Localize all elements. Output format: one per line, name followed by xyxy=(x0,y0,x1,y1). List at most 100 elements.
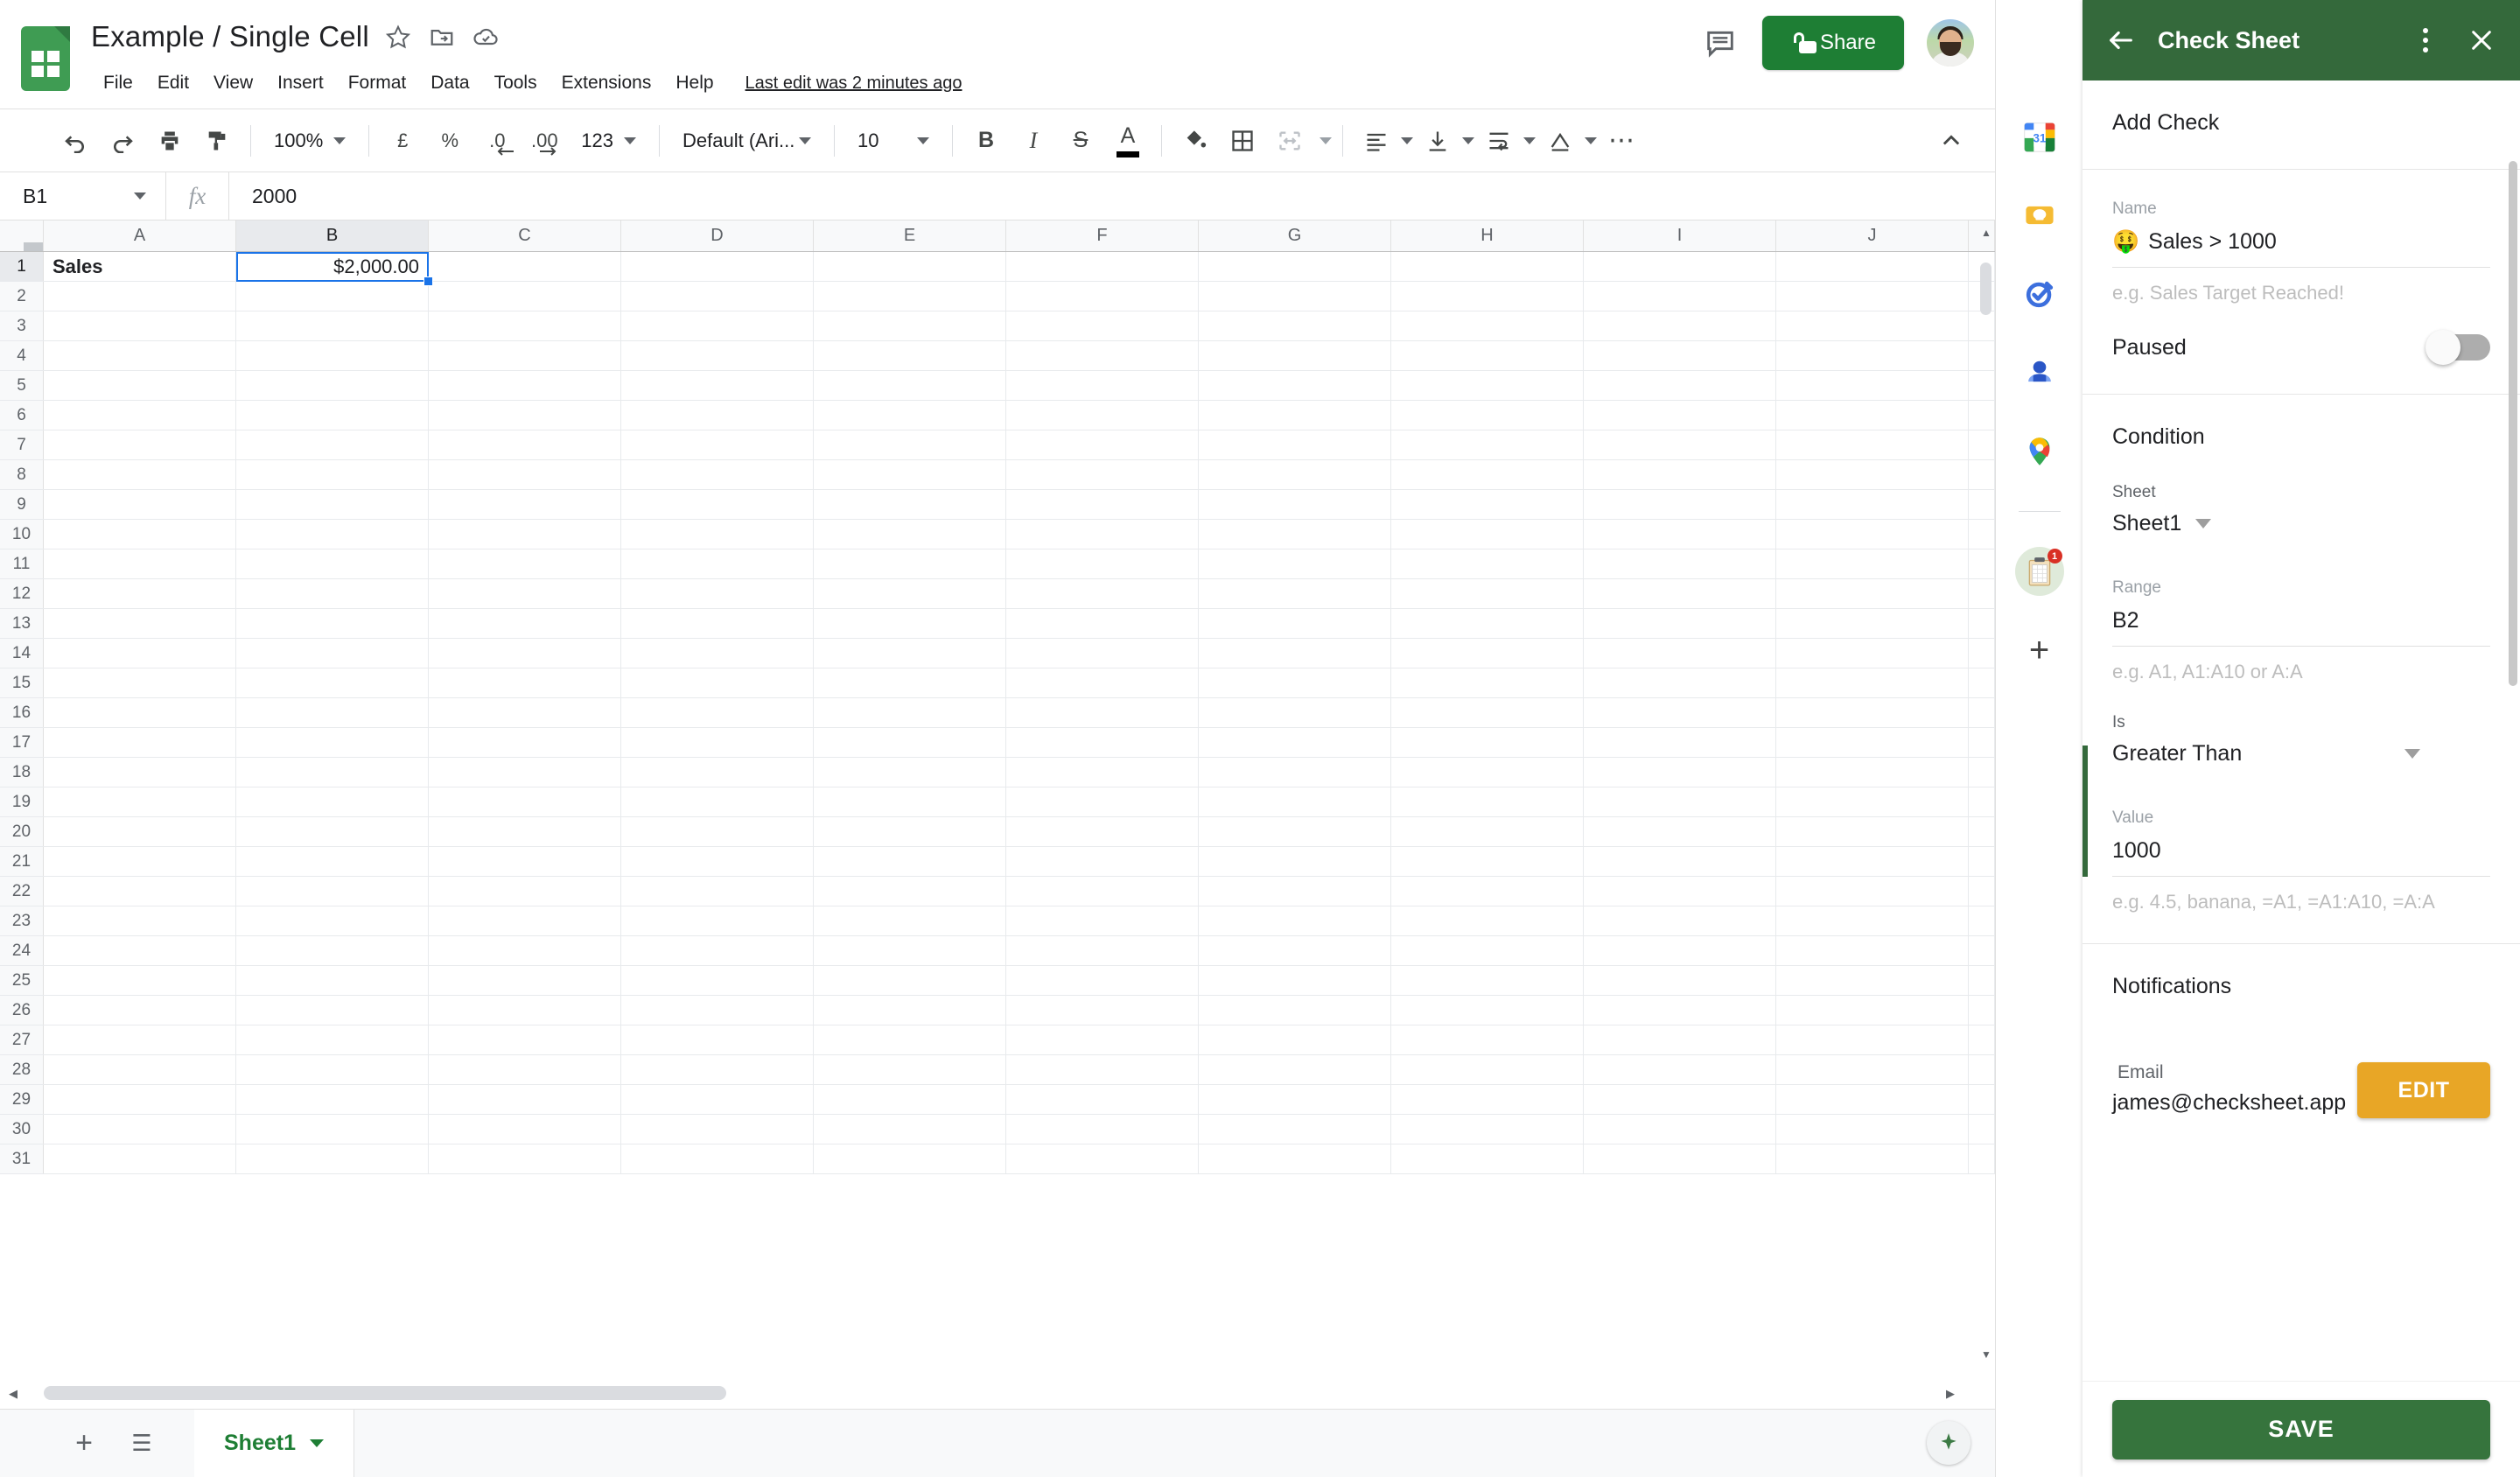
cell-g17[interactable] xyxy=(1199,728,1391,757)
cell-c2[interactable] xyxy=(429,282,621,311)
row-header-25[interactable]: 25 xyxy=(0,966,44,995)
google-keep-icon[interactable] xyxy=(2015,191,2064,240)
cell-g5[interactable] xyxy=(1199,371,1391,400)
cell-a31[interactable] xyxy=(44,1144,236,1173)
cell-i19[interactable] xyxy=(1584,788,1776,816)
cell-g24[interactable] xyxy=(1199,936,1391,965)
cell-d14[interactable] xyxy=(621,639,814,668)
row-header-23[interactable]: 23 xyxy=(0,906,44,935)
cell-b7[interactable] xyxy=(236,430,429,459)
bold-button[interactable]: B xyxy=(963,118,1009,164)
cell-d12[interactable] xyxy=(621,579,814,608)
document-title[interactable]: Example / Single Cell xyxy=(91,20,369,53)
cell-f1[interactable] xyxy=(1006,252,1199,281)
cell-c7[interactable] xyxy=(429,430,621,459)
fill-color-icon[interactable] xyxy=(1172,118,1218,164)
cell-i27[interactable] xyxy=(1584,1026,1776,1054)
cell-i18[interactable] xyxy=(1584,758,1776,787)
italic-button[interactable]: I xyxy=(1011,118,1056,164)
row-header-13[interactable]: 13 xyxy=(0,609,44,638)
cell-i14[interactable] xyxy=(1584,639,1776,668)
cell-b17[interactable] xyxy=(236,728,429,757)
cell-a11[interactable] xyxy=(44,550,236,578)
cell-c16[interactable] xyxy=(429,698,621,727)
cell-g14[interactable] xyxy=(1199,639,1391,668)
cell-f7[interactable] xyxy=(1006,430,1199,459)
cell-j12[interactable] xyxy=(1776,579,1969,608)
horizontal-scroll-thumb[interactable] xyxy=(44,1386,726,1400)
cell-g10[interactable] xyxy=(1199,520,1391,549)
cell-d31[interactable] xyxy=(621,1144,814,1173)
cell-i20[interactable] xyxy=(1584,817,1776,846)
cell-i23[interactable] xyxy=(1584,906,1776,935)
column-header-d[interactable]: D xyxy=(621,220,814,251)
cell-f11[interactable] xyxy=(1006,550,1199,578)
cell-j13[interactable] xyxy=(1776,609,1969,638)
cell-h9[interactable] xyxy=(1391,490,1584,519)
cell-c3[interactable] xyxy=(429,312,621,340)
cell-f9[interactable] xyxy=(1006,490,1199,519)
cell-c5[interactable] xyxy=(429,371,621,400)
add-sheet-button[interactable]: + xyxy=(60,1419,108,1468)
cell-j8[interactable] xyxy=(1776,460,1969,489)
vertical-align-icon[interactable] xyxy=(1415,118,1460,164)
cell-c29[interactable] xyxy=(429,1085,621,1114)
cell-h16[interactable] xyxy=(1391,698,1584,727)
cell-b23[interactable] xyxy=(236,906,429,935)
fill-handle[interactable] xyxy=(424,276,433,286)
cell-f20[interactable] xyxy=(1006,817,1199,846)
row-header-26[interactable]: 26 xyxy=(0,996,44,1025)
cell-b13[interactable] xyxy=(236,609,429,638)
cell-g12[interactable] xyxy=(1199,579,1391,608)
chevron-down-icon[interactable] xyxy=(1523,136,1536,144)
cell-g19[interactable] xyxy=(1199,788,1391,816)
cell-g1[interactable] xyxy=(1199,252,1391,281)
cell-j14[interactable] xyxy=(1776,639,1969,668)
row-header-16[interactable]: 16 xyxy=(0,698,44,727)
cell-d27[interactable] xyxy=(621,1026,814,1054)
cell-g16[interactable] xyxy=(1199,698,1391,727)
sheet-select[interactable]: Sheet1 xyxy=(2112,502,2490,536)
cell-a15[interactable] xyxy=(44,668,236,697)
formula-input[interactable]: 2000 xyxy=(229,185,297,208)
row-header-19[interactable]: 19 xyxy=(0,788,44,816)
cell-j27[interactable] xyxy=(1776,1026,1969,1054)
cell-b20[interactable] xyxy=(236,817,429,846)
cell-b16[interactable] xyxy=(236,698,429,727)
cell-f27[interactable] xyxy=(1006,1026,1199,1054)
comment-history-icon[interactable] xyxy=(1701,24,1740,62)
cell-i16[interactable] xyxy=(1584,698,1776,727)
row-header-14[interactable]: 14 xyxy=(0,639,44,668)
cell-e2[interactable] xyxy=(814,282,1006,311)
cell-a25[interactable] xyxy=(44,966,236,995)
cell-f23[interactable] xyxy=(1006,906,1199,935)
cell-i4[interactable] xyxy=(1584,341,1776,370)
cell-b19[interactable] xyxy=(236,788,429,816)
column-header-j[interactable]: J xyxy=(1776,220,1969,251)
cell-c24[interactable] xyxy=(429,936,621,965)
text-wrapping-icon[interactable] xyxy=(1476,118,1522,164)
cell-f3[interactable] xyxy=(1006,312,1199,340)
cell-a4[interactable] xyxy=(44,341,236,370)
cell-b15[interactable] xyxy=(236,668,429,697)
cell-h30[interactable] xyxy=(1391,1115,1584,1144)
name-input[interactable]: 🤑 Sales > 1000 xyxy=(2112,219,2490,268)
cell-a26[interactable] xyxy=(44,996,236,1025)
cell-h19[interactable] xyxy=(1391,788,1584,816)
cell-j19[interactable] xyxy=(1776,788,1969,816)
cell-d1[interactable] xyxy=(621,252,814,281)
cell-f24[interactable] xyxy=(1006,936,1199,965)
cell-e24[interactable] xyxy=(814,936,1006,965)
cell-b30[interactable] xyxy=(236,1115,429,1144)
cell-d25[interactable] xyxy=(621,966,814,995)
cell-h28[interactable] xyxy=(1391,1055,1584,1084)
cell-h5[interactable] xyxy=(1391,371,1584,400)
google-tasks-icon[interactable] xyxy=(2015,270,2064,318)
cell-d2[interactable] xyxy=(621,282,814,311)
move-to-folder-icon[interactable] xyxy=(427,22,457,52)
strikethrough-button[interactable]: S xyxy=(1058,118,1103,164)
decrease-decimal-button[interactable]: .0 xyxy=(474,118,520,164)
cell-a23[interactable] xyxy=(44,906,236,935)
cell-a8[interactable] xyxy=(44,460,236,489)
cell-f25[interactable] xyxy=(1006,966,1199,995)
